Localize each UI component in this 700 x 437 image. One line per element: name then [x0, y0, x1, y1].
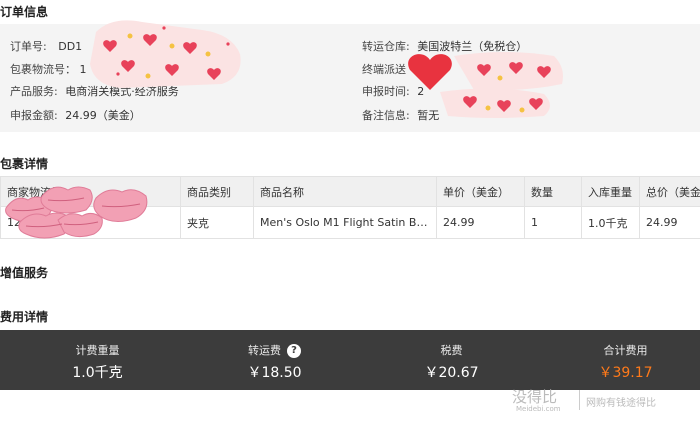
warehouse-label: 转运仓库: [362, 40, 410, 53]
service-label: 产品服务: [10, 85, 58, 98]
order-info-title: 订单信息 [0, 5, 49, 19]
cell-product-name[interactable]: Men's Oslo M1 Flight Satin Bombe... [253, 206, 437, 239]
fee-shipping-value: ￥18.50 [247, 365, 302, 381]
fee-summary-bar: 计费重量 1.0千克 转运费? ￥18.50 税费 ￥20.67 合计费用 ￥3… [0, 330, 700, 390]
watermark-divider [579, 390, 580, 410]
watermark-site: Meidebi.com [516, 405, 561, 413]
fee-shipping-label: 转运费 [248, 344, 281, 357]
value-added-title: 增值服务 [0, 266, 49, 280]
cell-total: 24.99 [639, 206, 700, 239]
privacy-sticker-hearts-2 [408, 52, 563, 118]
col-header-quantity: 数量 [524, 176, 582, 207]
watermark-logo: 没得比 [512, 388, 558, 406]
col-header-unit-price: 单价（美金） [436, 176, 525, 207]
privacy-sticker-lips [5, 186, 148, 239]
fee-details-title: 费用详情 [0, 310, 49, 324]
remark-label: 备注信息: [362, 109, 410, 122]
privacy-sticker-hearts-1 [90, 20, 241, 89]
fee-weight-label: 计费重量 [75, 344, 120, 357]
fee-total: 合计费用 ￥39.17 [538, 330, 700, 390]
col-header-weight: 入库重量 [581, 176, 640, 207]
fee-tax-value: ￥20.67 [424, 365, 479, 381]
cell-unit-price: 24.99 [436, 206, 525, 239]
fee-tax: 税费 ￥20.67 [364, 330, 539, 390]
fee-total-label: 合计费用 [603, 344, 648, 357]
cell-weight: 1.0千克 [581, 206, 640, 239]
col-header-category: 商品类别 [180, 176, 254, 207]
fee-weight-value: 1.0千克 [72, 365, 123, 381]
fee-shipping: 转运费? ￥18.50 [187, 330, 362, 390]
declare-time-label: 申报时间: [362, 85, 410, 98]
cell-category: 夹克 [180, 206, 254, 239]
terminal-row: 终端派送 [362, 61, 406, 77]
fee-weight: 计费重量 1.0千克 [10, 330, 185, 390]
order-no-row: 订单号: DD1 [10, 38, 82, 54]
declared-row: 申报金额: 24.99（美金） [10, 107, 141, 123]
watermark: 没得比 Meidebi.com 网购有钱途得比 [512, 386, 692, 416]
fee-shipping-label-row: 转运费? [187, 342, 362, 358]
declared-label: 申报金额: [10, 109, 58, 122]
help-icon[interactable]: ? [287, 344, 301, 358]
watermark-slogan: 网购有钱途得比 [586, 398, 656, 409]
tracking-row: 包裹物流号： 1 [10, 61, 87, 77]
declared-value: 24.99（美金） [65, 109, 141, 122]
tracking-label: 包裹物流号： [10, 63, 76, 76]
col-header-total: 总价（美金 [639, 176, 700, 207]
cell-quantity: 1 [524, 206, 582, 239]
terminal-label: 终端派送 [362, 63, 406, 76]
fee-total-value: ￥39.17 [598, 365, 653, 381]
col-header-name: 商品名称 [253, 176, 437, 207]
fee-tax-label: 税费 [440, 344, 463, 357]
package-details-title: 包裹详情 [0, 157, 49, 171]
order-no-label: 订单号: [10, 40, 47, 53]
order-no-value: DD1 [58, 40, 83, 53]
